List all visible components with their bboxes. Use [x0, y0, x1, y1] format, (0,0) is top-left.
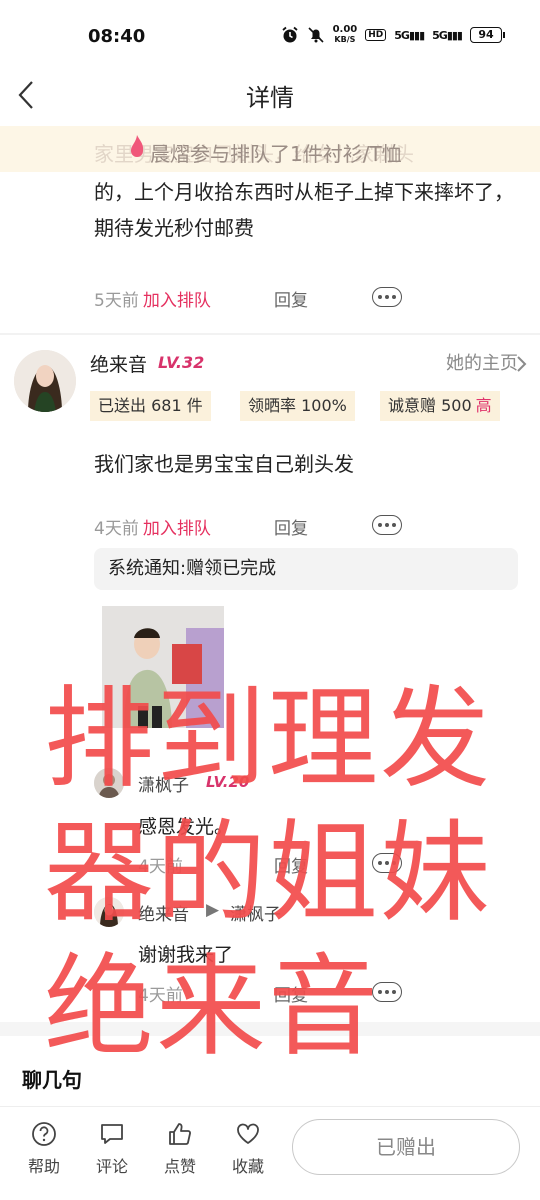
tab-help[interactable]: 帮助: [16, 1121, 72, 1177]
reply-user-name[interactable]: 潇枫子: [138, 771, 189, 796]
tag-label: 领晒率 100%: [248, 396, 347, 415]
top-nav: 详情: [0, 70, 540, 120]
page-title: 详情: [246, 84, 294, 112]
tag-label: 已送出 681 件: [98, 396, 203, 415]
more-button[interactable]: [372, 287, 402, 307]
comment-text: 的，上个月收拾东西时从柜子上掉下来摔坏了，期待发光秒付邮费: [94, 180, 514, 240]
comment-time: 4天前: [94, 519, 139, 539]
comment-meta: 4天前 加入排队: [94, 514, 211, 539]
user-level-badge: LV.32: [158, 353, 205, 372]
queue-notice-banner: 家里男宝宝自己剃头，给女儿家剃头 晨熠参与排队了1件衬衫/T恤: [0, 126, 540, 172]
more-button[interactable]: [372, 982, 402, 1002]
user-tag-rate: 领晒率 100%: [240, 391, 355, 421]
signal-icon-2: 5G▮▮▮: [432, 28, 463, 42]
hd-icon: HD: [365, 29, 387, 41]
avatar[interactable]: [94, 897, 124, 927]
tab-label: 帮助: [27, 1157, 60, 1176]
given-button[interactable]: 已赠出: [292, 1119, 520, 1175]
signal-label-2: 5G: [432, 28, 448, 42]
status-icons: 0.00 KB/S HD 5G▮▮▮ 5G▮▮▮ 94: [281, 25, 505, 45]
tab-label: 点赞: [163, 1157, 196, 1176]
bottom-action-bar: 帮助 评论 点赞 收藏 已赠出: [0, 1106, 540, 1200]
reply-button[interactable]: 回复: [274, 286, 308, 311]
reply-target-name[interactable]: 潇枫子: [230, 900, 281, 925]
avatar-image: [14, 350, 76, 412]
banner-notice-text: 晨熠参与排队了1件衬衫/T恤: [150, 142, 402, 166]
comment-meta: 5天前 加入排队: [94, 286, 211, 311]
reply-time: 4天前: [138, 857, 183, 877]
battery-icon: 94: [470, 27, 505, 43]
photo-thumbnail[interactable]: [102, 606, 224, 728]
status-bar: 08:40 0.00 KB/S HD 5G▮▮▮ 5G▮▮▮ 94: [0, 0, 540, 70]
comment-text: 我们家也是男宝宝自己剃头发: [94, 452, 354, 476]
avatar-image: [94, 897, 124, 927]
section-title: 聊几句: [22, 1068, 82, 1092]
reply-button[interactable]: 回复: [274, 852, 308, 877]
reply-button[interactable]: 回复: [274, 981, 308, 1006]
reply-text: 感恩发光。: [138, 816, 234, 838]
signal-label-1: 5G: [394, 28, 410, 42]
status-time: 08:40: [88, 26, 146, 47]
mute-icon: [308, 27, 324, 43]
chevron-right-icon: [517, 356, 527, 372]
like-icon: [169, 1123, 191, 1145]
tag-label: 诚意赠 500: [388, 396, 472, 415]
flame-icon: [131, 135, 144, 157]
user-tag-sent: 已送出 681 件: [90, 391, 211, 421]
tab-label: 收藏: [231, 1157, 264, 1176]
section-separator: [0, 1022, 540, 1036]
reply-user-name[interactable]: 绝来音: [138, 900, 189, 925]
avatar[interactable]: [94, 768, 124, 798]
reply-button[interactable]: 回复: [274, 514, 308, 539]
net-speed: 0.00 KB/S: [333, 25, 358, 45]
system-notice: 系统通知:赠领已完成: [94, 548, 518, 590]
user-name[interactable]: 绝来音: [90, 350, 147, 377]
net-speed-value: 0.00: [332, 24, 358, 35]
tag-high-badge: 高: [475, 396, 492, 415]
more-button[interactable]: [372, 515, 402, 535]
signal-icon-1: 5G▮▮▮: [394, 28, 425, 42]
reply-time: 4天前: [138, 986, 183, 1006]
tab-like[interactable]: 点赞: [152, 1121, 208, 1177]
help-icon: [32, 1122, 56, 1146]
alarm-icon: [282, 26, 298, 43]
net-speed-unit: KB/S: [334, 35, 356, 44]
divider: [0, 333, 540, 335]
avatar-image: [94, 768, 124, 798]
avatar[interactable]: [14, 350, 76, 412]
homepage-link[interactable]: 她的主页: [446, 349, 518, 375]
tab-favorite[interactable]: 收藏: [220, 1121, 276, 1177]
user-tag-sincerity: 诚意赠 500 高: [380, 391, 500, 421]
reply-user-level: LV.20: [206, 773, 250, 791]
tab-comment[interactable]: 评论: [84, 1121, 140, 1177]
comment-icon: [101, 1124, 123, 1144]
tab-label: 评论: [95, 1157, 128, 1176]
reply-arrow: ▶: [206, 900, 220, 920]
join-queue-link[interactable]: 加入排队: [143, 291, 211, 311]
child-photo-image: [102, 606, 224, 728]
heart-icon: [237, 1123, 259, 1144]
comment-time: 5天前: [94, 291, 139, 311]
more-button[interactable]: [372, 853, 402, 873]
reply-text: 谢谢我来了: [138, 944, 234, 966]
overlay-line-3: 绝来音: [44, 943, 380, 1071]
join-queue-link[interactable]: 加入排队: [143, 519, 211, 539]
